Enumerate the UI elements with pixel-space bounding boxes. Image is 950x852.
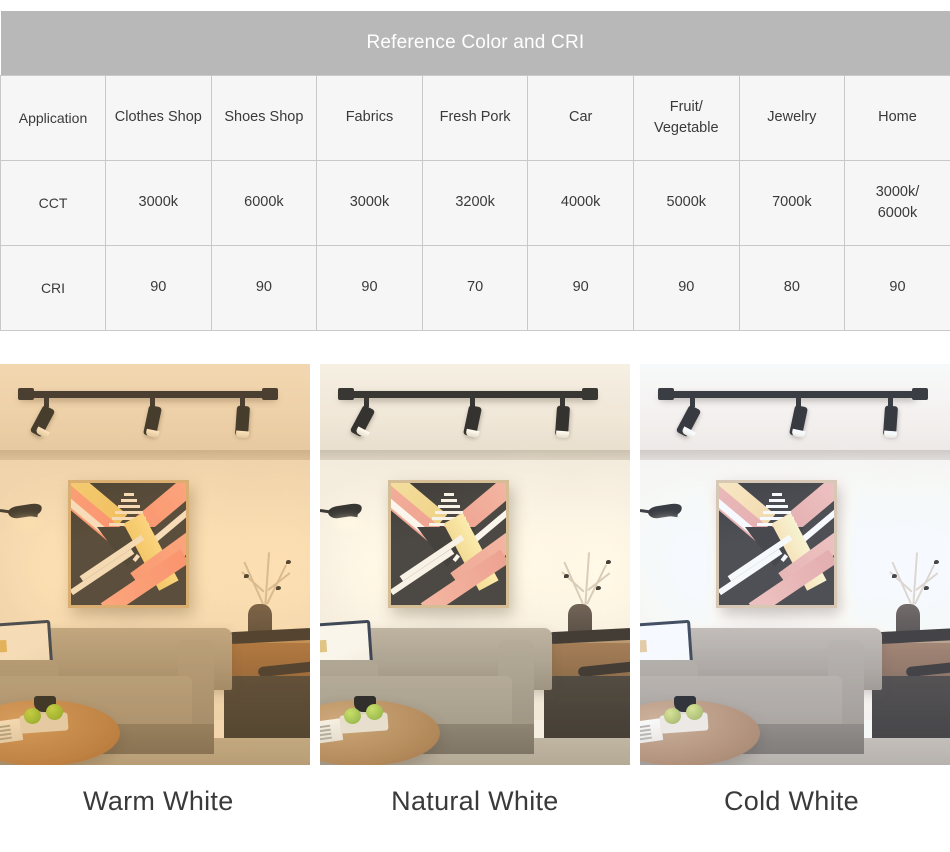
gallery-panel-warm-white [0,364,310,765]
header-cell-car: Car [527,75,634,161]
cri-fruit-vegetable: 90 [632,245,740,331]
wall-sconce-glow [644,514,690,534]
living-room-scene-natural [320,364,630,765]
table-row-cri: CRI 90 90 90 70 90 90 80 90 [0,245,950,331]
cri-jewelry: 80 [738,245,846,331]
product-detail-page: Reference Color and CRI Application Clot… [0,0,950,852]
cct-fabrics: 3000k [316,160,423,246]
header-cell-fruit-line1: Fruit/ [669,98,703,115]
row-label-cri: CRI [0,245,106,331]
dried-branches [552,548,622,611]
track-light-end-left [658,388,674,400]
cri-shoes-shop: 90 [210,245,318,331]
track-light-end-right [912,388,928,400]
living-room-scene-cold [640,364,950,765]
color-temperature-gallery [0,364,950,765]
green-apple [686,704,703,720]
green-apple [46,704,63,720]
cct-shoes-shop: 6000k [210,160,318,246]
track-light-rail [340,391,596,398]
green-apple [664,708,681,724]
green-apple [344,708,361,724]
gallery-panel-cold-white [640,364,950,765]
cri-home: 90 [844,245,950,331]
dried-branches [232,548,302,611]
abstract-painting [68,480,189,608]
track-light-rail [660,391,916,398]
row-label-cct: CCT [0,160,106,246]
gallery-panel-natural-white [320,364,630,765]
wall-sconce-glow [4,514,50,534]
track-light-end-right [582,388,598,400]
table-title: Reference Color and CRI [0,11,950,76]
cct-home: 3000k/ 6000k [844,160,950,246]
track-light-rail [20,391,276,398]
table-header-row: Application Clothes Shop Shoes Shop Fabr… [0,75,950,161]
caption-cold-white: Cold White [723,786,859,816]
cct-car: 4000k [527,160,634,246]
cct-home-line1: 3000k/ [875,183,920,200]
green-apple [366,704,383,720]
abstract-painting [716,480,837,608]
header-cell-shoes-shop: Shoes Shop [210,75,318,161]
cri-fresh-pork: 70 [421,245,529,331]
track-light-end-right [262,388,278,400]
track-light-end-left [18,388,34,400]
wall-sconce-glow [324,514,370,534]
cct-fresh-pork: 3200k [421,160,529,246]
header-cell-clothes-shop: Clothes Shop [105,75,212,161]
dried-branches [880,548,950,611]
reference-color-cri-table: Reference Color and CRI Application Clot… [0,11,950,331]
cri-clothes-shop: 90 [105,245,212,331]
header-cell-jewelry: Jewelry [738,75,846,161]
header-cell-fruit-vegetable: Fruit/ Vegetable [632,75,740,161]
table-title-row: Reference Color and CRI [0,11,950,76]
abstract-painting [388,480,509,608]
cri-car: 90 [527,245,634,331]
header-cell-fresh-pork: Fresh Pork [421,75,529,161]
cct-jewelry: 7000k [738,160,846,246]
gallery-captions: Warm White Natural White Cold White [0,775,950,835]
cct-home-line2: 6000k [877,205,918,221]
cri-fabrics: 90 [316,245,423,331]
header-cell-home: Home [844,75,950,161]
header-cell-fruit-line2: Vegetable [654,120,719,136]
living-room-scene-warm [0,364,310,765]
header-cell-application: Application [0,75,106,161]
caption-natural-white: Natural White [391,786,559,816]
green-apple [24,708,41,724]
reference-table-block: Reference Color and CRI Application Clot… [0,0,950,331]
header-cell-fabrics: Fabrics [316,75,423,161]
table-row-cct: CCT 3000k 6000k 3000k 3200k 4000k 5000k … [0,160,950,246]
track-light-end-left [338,388,354,400]
cct-fruit-vegetable: 5000k [632,160,740,246]
caption-warm-white: Warm White [83,786,234,816]
cct-clothes-shop: 3000k [105,160,212,246]
